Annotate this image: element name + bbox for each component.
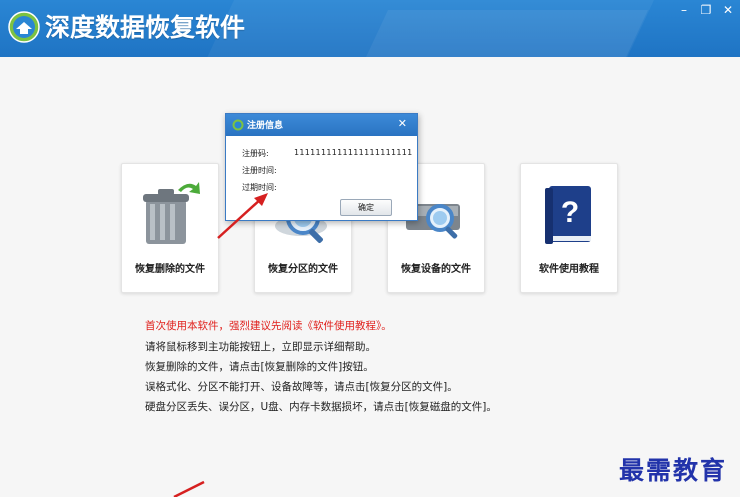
card-label: 恢复设备的文件 [401,264,471,275]
watermark: 最需教育 [619,456,728,485]
tutorial-button[interactable]: ? 软件使用教程 [520,163,618,293]
recover-deleted-button[interactable]: 恢复删除的文件 [121,163,219,293]
card-label: 恢复删除的文件 [135,264,205,275]
dialog-close-button[interactable]: ✕ [398,117,407,130]
svg-text:?: ? [561,196,579,229]
minimize-button[interactable]: – [675,3,693,17]
card-label: 软件使用教程 [539,264,599,275]
reg-time-label: 注册时间: [242,166,277,175]
expire-time-label: 过期时间: [242,183,277,192]
registration-dialog: 注册信息 ✕ 注册码: 1111111111111111111111 注册时间:… [225,113,418,221]
dialog-logo-icon [232,119,244,131]
card-label: 恢复分区的文件 [268,264,338,275]
annotation-arrow-icon [173,480,205,497]
dialog-title-bar: 注册信息 ✕ [226,114,417,136]
reg-code-label: 注册码: [242,149,269,158]
app-title: 深度数据恢复软件 [45,13,246,42]
info-line-first-use: 首次使用本软件，强烈建议先阅读《软件使用教程》。 [145,320,392,332]
title-bar: 深度数据恢复软件 – ❐ ✕ [0,0,740,57]
ok-button[interactable]: 确定 [340,199,392,216]
help-book-icon: ? [545,186,591,244]
dialog-title: 注册信息 [247,121,284,131]
app-logo-icon [8,11,40,43]
info-line-partition: 误格式化、分区不能打开、设备故障等，请点击[恢复分区的文件]。 [145,381,458,393]
info-line-deleted: 恢复删除的文件，请点击[恢复删除的文件]按钮。 [145,361,374,373]
info-line-hover-help: 请将鼠标移到主功能按钮上，立即显示详细帮助。 [145,341,376,353]
close-button[interactable]: ✕ [719,3,737,17]
reg-code-value: 1111111111111111111111 [294,148,413,157]
info-line-disk: 硬盘分区丢失、误分区，U盘、内存卡数据损坏，请点击[恢复磁盘的文件]。 [145,401,497,413]
restore-button[interactable]: ❐ [697,3,715,17]
trash-recycle-icon [143,182,200,244]
